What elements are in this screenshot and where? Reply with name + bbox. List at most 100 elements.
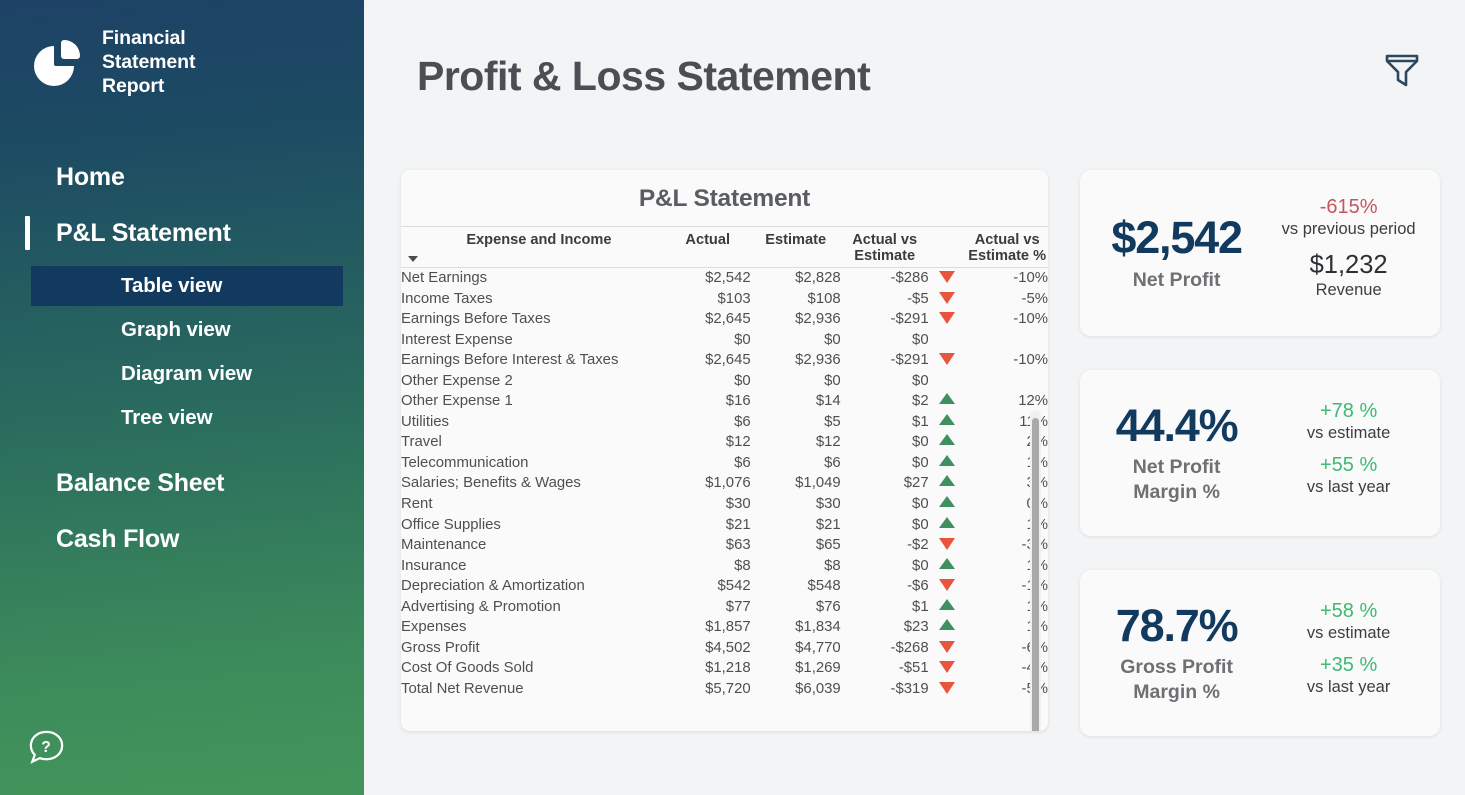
table-row[interactable]: Cost Of Goods Sold$1,218$1,269-$51-4% [401,658,1048,679]
kpi-delta-group-1: -615% vs previous period [1267,195,1430,240]
sidebar-item-tree-view[interactable]: Tree view [31,398,343,438]
row-estimate: $21 [815,516,841,533]
column-header-actual-vs-estimate-pct[interactable]: Actual vs Estimate % [966,226,1048,268]
row-actual: $12 [725,434,751,451]
table-row[interactable]: Maintenance$63$65-$2-3% [401,535,1048,556]
row-variance: -$268 [890,639,929,656]
row-variance: $0 [912,516,929,533]
table-scrollbar-thumb[interactable] [1032,418,1039,731]
triangle-down-icon [929,309,967,330]
table-row[interactable]: Other Expense 1 $16 $14 $2 12% [401,391,1048,412]
svg-text:?: ? [41,739,51,756]
row-variance: $0 [912,434,929,451]
pl-table-card: P&L Statement Expense and Income Actual … [401,170,1048,731]
logo-line-3: Report [102,74,165,97]
main-content: Profit & Loss Statement P&L Statement Ex… [364,0,1465,795]
table-row[interactable]: Salaries; Benefits & Wages $1,076 $1,049 $2… [401,473,1048,494]
table-row[interactable]: Net Earnings $2,542 $2,828 -$286 -10% [401,268,1048,289]
row-estimate: $108 [807,290,841,307]
kpi-delta-vs-estimate: +78 % [1319,399,1378,422]
row-label: Gross Profit [401,639,480,656]
logo-line-2: Statement [102,50,196,73]
kpi-delta-label-vs-estimate: vs estimate [1306,623,1391,642]
row-estimate: $8 [824,557,841,574]
sort-descending-triangle-icon[interactable] [408,256,418,262]
row-variance-pct: -10% [1013,270,1048,286]
row-variance: $0 [912,331,929,348]
table-body: Net Earnings $2,542 $2,828 -$286 -10% Income … [401,268,1048,699]
table-scroll-body[interactable]: Net Earnings $2,542 $2,828 -$286 -10% Income … [401,268,1048,701]
table-row[interactable]: Earnings Before Interest & Taxes $2,645 $2… [401,350,1048,371]
table-row[interactable]: Advertising & Promotion$77$76$11% [401,597,1048,618]
row-actual: $2,645 [705,352,751,369]
triangle-up-icon [929,412,967,433]
row-variance: $27 [903,475,929,492]
row-actual: $1,857 [705,619,751,636]
row-label: Advertising & Promotion [401,598,561,615]
sidebar-item-cash-flow[interactable]: Cash Flow [0,516,364,563]
table-row[interactable]: Other Expense 2 $0 $0 $0 [401,371,1048,392]
column-header-spacer [928,226,967,268]
kpi-delta-group-2: $1,232 Revenue [1267,250,1430,302]
filter-funnel-icon[interactable] [1381,48,1423,90]
table-row[interactable]: Gross Profit$4,502$4,770-$268-6% [401,638,1048,659]
row-variance-pct: -10% [1013,311,1048,328]
row-label: Maintenance [401,537,487,554]
table-row[interactable]: Total Net Revenue$5,720$6,039-$319-5% [401,679,1048,700]
row-estimate: $12 [815,434,841,451]
table-row[interactable]: Telecommunication$6$6$01% [401,453,1048,474]
row-actual: $8 [734,557,751,574]
kpi-delta-group-1: +78 % vs estimate [1267,399,1430,444]
kpi-left-block: 44.4% Net Profit Margin % [1080,402,1267,504]
column-header-expense-and-income[interactable]: Expense and Income [401,226,665,268]
table-row[interactable]: Utilities$6$5$111% [401,412,1048,433]
row-label: Insurance [401,557,467,574]
sidebar-item-table-view[interactable]: Table view [31,265,343,306]
help-question-bubble-icon[interactable]: ? [25,726,68,769]
table-row[interactable]: Travel$12$12$02% [401,432,1048,453]
table-row[interactable]: Expenses$1,857$1,834$231% [401,617,1048,638]
row-label: Net Earnings [401,270,488,286]
column-header-estimate[interactable]: Estimate [750,226,841,268]
sidebar-item-balance-sheet[interactable]: Balance Sheet [0,460,364,507]
row-actual: $2,645 [705,311,751,328]
row-label: Cost Of Goods Sold [401,660,534,677]
row-actual: $21 [725,516,751,533]
row-actual: $30 [725,496,751,513]
kpi-delta-vs-last-year: +35 % [1319,654,1378,676]
row-actual: $5,720 [705,680,751,697]
table-row[interactable]: Income Taxes $103 $108 -$5 -5% [401,289,1048,310]
kpi-delta-group-2: +35 % vs last year [1267,653,1430,698]
kpi-left-block: $2,542 Net Profit [1080,214,1267,291]
row-estimate: $2,936 [795,352,841,369]
sidebar-item-pl-statement[interactable]: P&L Statement [0,210,364,257]
column-header-actual-vs-estimate[interactable]: Actual vs Estimate [840,226,929,268]
triangle-down-icon [929,268,967,289]
table-row[interactable]: Depreciation & Amortization$542$548-$6-1… [401,576,1048,597]
kpi-delta-vs-last-year: +55 % [1319,454,1378,476]
table-row[interactable]: Earnings Before Taxes $2,645 $2,936 -$291 -1… [401,309,1048,330]
table-row[interactable]: Rent$30$30$00% [401,494,1048,515]
sidebar-item-diagram-view[interactable]: Diagram view [31,354,343,394]
sidebar-item-home[interactable]: Home [0,154,364,201]
table-row[interactable]: Office Supplies$21$21$01% [401,515,1048,536]
row-label: Earnings Before Taxes [401,311,551,328]
row-variance-pct [966,371,1048,392]
triangle-down-icon [929,350,967,371]
row-label: Total Net Revenue [401,680,524,697]
table-row[interactable]: Insurance$8$8$01% [401,556,1048,577]
row-estimate: $0 [824,372,841,389]
triangle-down-icon [929,576,967,597]
row-label: Salaries; Benefits & Wages [401,475,581,492]
kpi-net-profit-margin-caption: Net Profit Margin % [1086,455,1267,503]
row-label: Office Supplies [401,516,501,533]
row-variance: -$319 [890,680,929,697]
sidebar-item-graph-view[interactable]: Graph view [31,310,343,350]
table-row[interactable]: Interest Expense $0 $0 $0 [401,330,1048,351]
row-variance: -$2 [907,537,929,554]
column-header-actual[interactable]: Actual [664,226,751,268]
row-variance: $0 [912,496,929,513]
row-actual: $0 [734,331,751,348]
kpi-card-gross-profit-margin: 78.7% Gross Profit Margin % +58 % vs est… [1080,570,1440,736]
row-estimate: $14 [815,393,841,410]
